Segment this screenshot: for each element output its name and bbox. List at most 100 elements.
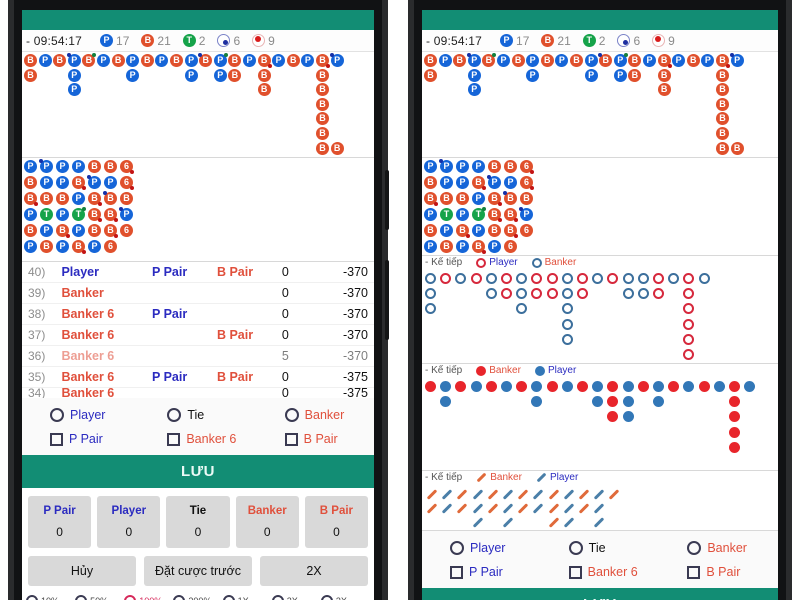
big-eye-road-panel[interactable]: - Kế tiếp Banker Player — [422, 364, 778, 471]
action-hủy[interactable]: Hủy — [28, 556, 136, 586]
bead-plate-cell: B — [40, 240, 53, 253]
phone-left-power-button[interactable] — [385, 260, 389, 340]
bet-chips[interactable]: P Pair 0 Player 0 Tie 0 Banker 0 B Pair 0 — [22, 488, 374, 556]
big-eye-road-cell — [440, 396, 452, 408]
radio-icon[interactable] — [124, 595, 137, 600]
big-eye-road-cell — [622, 381, 634, 392]
percent-option-1X[interactable]: 1X — [222, 594, 272, 600]
bet-option-banker-6[interactable]: Banker 6 — [541, 565, 660, 579]
checkbox-icon[interactable] — [687, 565, 701, 579]
percent-option-200pct[interactable]: 200% — [173, 594, 222, 600]
checkbox-icon[interactable] — [167, 432, 181, 446]
bead-plate-cell: B — [488, 160, 501, 173]
bet-option-p-pair[interactable]: P Pair — [422, 565, 541, 579]
cockroach-road-cell — [548, 503, 559, 514]
checkbox-icon[interactable] — [568, 565, 582, 579]
bet-option-b-pair[interactable]: B Pair — [257, 432, 374, 446]
option-label: Banker 6 — [186, 432, 237, 446]
radio-icon[interactable] — [167, 408, 182, 422]
big-road-panel[interactable]: BBPBPPPBPBPPBPBPPBPPBBPBBBPBPBBBBBBBPB — [22, 52, 374, 158]
row-result: Banker 6 — [61, 349, 115, 363]
radio-icon[interactable] — [26, 595, 38, 600]
chip-value: 0 — [194, 525, 202, 539]
radio-icon[interactable] — [687, 541, 702, 555]
row-index: 36) — [28, 349, 46, 363]
radio-icon[interactable] — [320, 595, 333, 600]
checkbox-icon[interactable] — [284, 432, 298, 446]
radio-icon[interactable] — [284, 408, 299, 422]
radio-icon[interactable] — [75, 595, 88, 600]
percent-option-2X[interactable]: 2X — [271, 594, 321, 600]
phone-left-volume-button[interactable] — [385, 170, 389, 230]
table-row[interactable]: 38) Banker 6 P Pair 0 -370 — [22, 304, 374, 325]
big-road-cell: B — [716, 127, 729, 140]
bet-option-p-pair[interactable]: P Pair — [22, 432, 139, 446]
radio-icon[interactable] — [271, 595, 284, 600]
big-road-panel-right[interactable]: BBPBPPPBPBPPBPBPPBPPBBPBBBPBPBBBBBBBPB — [422, 52, 778, 158]
table-row[interactable]: 37) Banker 6 B Pair 0 -370 — [22, 325, 374, 346]
bead-plate-cell: P — [104, 176, 117, 189]
bead-plate-cell: P — [56, 160, 69, 173]
bet-check-row[interactable]: P Pair Banker 6 B Pair — [22, 427, 374, 451]
bet-option-banker-6[interactable]: Banker 6 — [139, 432, 256, 446]
percent-option-10pct[interactable]: 10% — [26, 594, 75, 600]
bet-option-player[interactable]: Player — [422, 541, 541, 555]
table-row[interactable]: 39) Banker 0 -370 — [22, 283, 374, 304]
radio-icon[interactable] — [568, 541, 583, 555]
bead-plate-cell: B — [88, 160, 101, 173]
radio-icon[interactable] — [173, 595, 186, 600]
big-eye-road-cell — [729, 396, 740, 408]
row-index: 35) — [28, 370, 46, 384]
results-table[interactable]: 40) Player P Pair B Pair 0 -370 39) Banker 0 -370… — [22, 262, 374, 398]
small-road-cell — [501, 273, 512, 284]
checkbox-icon[interactable] — [50, 432, 63, 446]
pair-marker-icon — [198, 53, 203, 57]
action-đặt-cược-trước[interactable]: Đặt cược trước — [144, 556, 252, 586]
checkbox-icon[interactable] — [450, 565, 463, 579]
table-row[interactable]: 35) Banker 6 P Pair B Pair 0 -375 — [22, 367, 374, 388]
big-road-cell: P — [243, 54, 256, 67]
big-road-cell: B — [228, 68, 242, 82]
cockroach-road-panel[interactable]: - Kế tiếp Banker Player — [422, 471, 778, 531]
chip-tie[interactable]: Tie 0 — [166, 496, 230, 548]
table-row[interactable]: 40) Player P Pair B Pair 0 -370 — [22, 262, 374, 283]
bet-check-row-right[interactable]: P Pair Banker 6 B Pair — [422, 560, 778, 584]
action-2x[interactable]: 2X — [260, 556, 368, 586]
bet-radio-row-right[interactable]: Player Tie Banker — [422, 536, 778, 560]
radio-icon[interactable] — [222, 595, 235, 600]
bet-option-player[interactable]: Player — [22, 408, 139, 422]
chip-label: Banker — [247, 505, 287, 517]
percent-option-3X[interactable]: 3X — [320, 594, 370, 600]
bet-option-banker[interactable]: Banker — [257, 408, 374, 422]
bet-selector-right[interactable]: Player Tie Banker P Pair Banker 6 B Pair — [422, 531, 778, 588]
cockroach-road-cell — [457, 489, 468, 500]
table-row[interactable]: 36) Banker 6 5 -370 — [22, 346, 374, 367]
small-road-panel[interactable]: - Kế tiếp Player Banker — [422, 256, 778, 364]
percent-options[interactable]: 10% 50% 100% 200% 1X 2X 3X — [22, 592, 374, 600]
bet-option-b-pair[interactable]: B Pair — [659, 565, 778, 579]
bead-plate-panel[interactable]: PBBPBPPPBTPBPPBPBPPBPTPBBPBBBPBPBBB666BP… — [22, 158, 374, 262]
action-buttons[interactable]: Hủy Đặt cược trước 2X — [22, 556, 374, 592]
chip-b-pair[interactable]: B Pair 0 — [304, 496, 369, 548]
radio-icon[interactable] — [50, 408, 64, 422]
percent-option-50pct[interactable]: 50% — [75, 594, 124, 600]
save-button[interactable]: LƯU — [22, 455, 374, 488]
percent-option-100pct[interactable]: 100% — [124, 594, 173, 600]
bet-option-tie[interactable]: Tie — [139, 408, 256, 422]
bet-option-banker[interactable]: Banker — [659, 541, 778, 555]
bead-plate-panel-right[interactable]: PBBPBPPPBTPBPPBPBPPBPTPBBPBBBPBPBBB666BP… — [422, 158, 778, 256]
pair-marker-icon — [503, 191, 507, 195]
bead-plate-cell: P — [424, 208, 437, 221]
table-row[interactable]: 34) Banker 6 0 -375 — [22, 388, 374, 398]
chip-banker[interactable]: Banker 0 — [235, 496, 299, 548]
bet-option-tie[interactable]: Tie — [541, 541, 660, 555]
chip-player[interactable]: Player 0 — [97, 496, 161, 548]
bet-radio-row[interactable]: Player Tie Banker — [22, 403, 374, 427]
bead-plate-cell: B — [104, 208, 118, 222]
save-button-right[interactable]: LƯU — [422, 588, 778, 600]
bead-plate-cell: P — [487, 175, 501, 189]
bet-selector-left[interactable]: Player Tie Banker P Pair Banker 6 B Pair — [22, 398, 374, 455]
chip-p-pair[interactable]: P Pair 0 — [28, 496, 92, 548]
radio-icon[interactable] — [450, 541, 464, 555]
small-road-cell — [561, 273, 573, 284]
